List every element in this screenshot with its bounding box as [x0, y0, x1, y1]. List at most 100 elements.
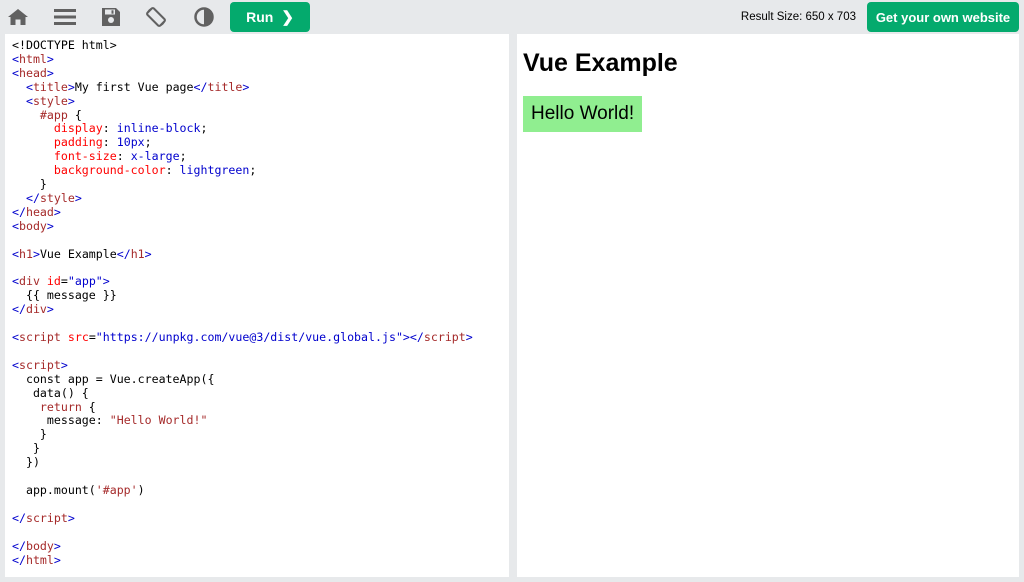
code-token: <: [12, 357, 19, 372]
code-line: #app {: [12, 107, 509, 123]
code-token: {: [81, 399, 96, 414]
rotate-icon[interactable]: [141, 3, 171, 31]
code-line: </style>: [12, 190, 509, 206]
code-line: message: "Hello World!": [12, 414, 509, 428]
code-token: =: [88, 330, 96, 345]
get-own-website-button[interactable]: Get your own website: [867, 2, 1019, 32]
code-token: padding: [53, 135, 103, 150]
code-line: ​: [12, 526, 509, 540]
home-icon[interactable]: [3, 3, 33, 31]
code-token: head: [18, 65, 47, 80]
code-token: </: [12, 510, 26, 525]
code-token: >: [242, 79, 250, 94]
code-line: <html>: [12, 51, 509, 67]
code-token: >: [46, 65, 54, 80]
code-line: ​: [12, 262, 509, 276]
code-token: 10px: [116, 135, 145, 150]
code-token: head: [25, 204, 54, 219]
code-token: background-color: [53, 163, 166, 178]
code-line: ​: [12, 234, 509, 248]
code-token: app.mount(: [12, 483, 96, 497]
code-token: <: [12, 51, 19, 66]
code-token: >: [102, 274, 110, 289]
code-token: script: [423, 330, 466, 345]
code-token: x-large: [130, 149, 180, 164]
code-token: "https://unpkg.com/vue@3/dist/vue.global…: [95, 330, 403, 345]
code-token: ;: [179, 149, 187, 164]
code-text[interactable]: <!DOCTYPE html> <html> <head> <title>My fi…: [5, 34, 509, 567]
code-token: :: [102, 135, 117, 150]
code-line: data() {: [12, 385, 509, 401]
code-line: <h1>Vue Example</h1>: [12, 246, 509, 262]
code-editor[interactable]: <!DOCTYPE html> <html> <head> <title>My fi…: [5, 34, 509, 577]
code-line: background-color: lightgreen;: [12, 163, 509, 178]
code-token: body: [25, 538, 54, 553]
code-line: padding: 10px;: [12, 135, 509, 150]
code-token: body: [18, 218, 47, 233]
code-token: </: [12, 204, 26, 219]
code-token: #app: [39, 107, 68, 122]
code-token: lightgreen: [179, 163, 250, 178]
chevron-right-icon: ❯: [281, 8, 294, 26]
code-token: script: [25, 510, 68, 525]
result-heading: Vue Example: [523, 49, 678, 77]
code-line: }: [12, 177, 509, 192]
code-token: script: [18, 330, 61, 345]
code-token: "Hello World!": [109, 413, 208, 428]
code-line: <!DOCTYPE html>: [12, 38, 509, 53]
code-token: <: [25, 93, 33, 108]
code-token: title: [32, 79, 68, 94]
code-token: }: [12, 441, 40, 456]
contrast-icon[interactable]: [189, 3, 219, 31]
code-token: >: [46, 302, 54, 317]
save-icon[interactable]: [96, 3, 126, 31]
code-token: </: [193, 79, 208, 94]
code-token: {{ message }}: [12, 288, 117, 303]
code-token: >: [465, 330, 473, 345]
run-label: Run: [246, 9, 274, 25]
code-token: >: [32, 246, 40, 261]
code-token: :: [102, 121, 117, 136]
code-line: font-size: x-large;: [12, 149, 509, 164]
code-line: </div>: [12, 302, 509, 317]
code-token: >: [46, 51, 54, 66]
code-line: ​: [12, 470, 509, 484]
code-token: style: [32, 93, 68, 108]
code-token: data() {: [12, 385, 89, 400]
code-token: >: [60, 357, 68, 372]
run-button[interactable]: Run ❯: [230, 2, 310, 32]
code-token: </: [12, 538, 26, 553]
code-token: }): [12, 455, 40, 470]
code-token: '#app': [95, 483, 138, 497]
code-token: }: [12, 177, 47, 192]
code-token: div: [18, 274, 40, 289]
code-token: <: [12, 246, 19, 261]
code-token: <!DOCTYPE html>: [12, 38, 117, 52]
code-line: }: [12, 441, 509, 456]
code-token: ): [137, 483, 145, 497]
code-line: <title>My first Vue page</title>: [12, 79, 509, 95]
code-token: </: [12, 552, 26, 567]
code-token: Vue Example: [39, 246, 117, 261]
code-token: id: [46, 274, 61, 289]
code-token: inline-block: [116, 121, 201, 136]
menu-icon[interactable]: [50, 3, 80, 31]
code-line: {{ message }}: [12, 288, 509, 303]
code-line: return {: [12, 399, 509, 415]
code-token: >: [67, 93, 75, 108]
code-token: </: [116, 246, 131, 261]
toolbar: Run ❯ Result Size: 650 x 703 Get your ow…: [0, 0, 1024, 34]
code-line: }): [12, 455, 509, 470]
code-token: >: [74, 190, 82, 205]
code-token: "app": [67, 274, 103, 289]
code-token: div: [25, 302, 47, 317]
code-token: ></: [402, 330, 424, 345]
code-token: :: [165, 163, 180, 178]
code-token: html: [18, 51, 47, 66]
